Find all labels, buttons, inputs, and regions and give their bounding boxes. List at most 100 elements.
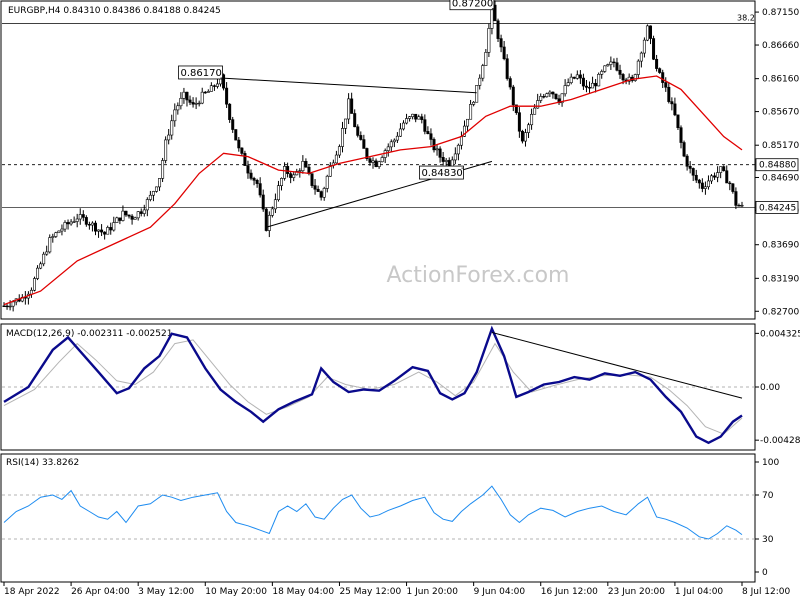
x-tick-label: 18 Apr 2022 [4, 587, 60, 597]
candle-body [164, 139, 168, 161]
candle-body [636, 60, 640, 75]
candle-body [469, 104, 473, 120]
candle [496, 18, 500, 42]
rsi-y-tick-label: 30 [762, 535, 774, 545]
candle-body [203, 91, 207, 94]
candle-body [688, 165, 692, 169]
candle-body [36, 267, 40, 279]
candle-body [185, 91, 189, 101]
candle-body [356, 126, 360, 136]
candle-body [93, 222, 97, 232]
candle-body [713, 175, 717, 178]
candle-body [459, 136, 463, 146]
candle-body [173, 109, 177, 122]
candle-body [100, 229, 104, 233]
candle-body [145, 199, 149, 211]
candle-body [161, 160, 165, 179]
price-annotation: 0.87200 [449, 0, 495, 11]
candle [228, 103, 232, 123]
candle-body [414, 113, 418, 120]
candle-body [566, 82, 570, 86]
price-panel-frame [0, 0, 756, 320]
candle-body [691, 168, 695, 176]
rsi-y-tick-label: 100 [762, 458, 779, 468]
candle [365, 147, 369, 161]
candle-body [389, 141, 393, 148]
candle-body [615, 62, 619, 71]
x-tick-label: 8 Jul 12:00 [742, 587, 791, 597]
candle-body [484, 52, 488, 66]
candle-body [530, 113, 534, 126]
candle-body [612, 61, 616, 64]
candle [645, 24, 649, 42]
candle-body [344, 118, 348, 129]
candle-body [325, 175, 329, 189]
x-tick-label: 18 May 04:00 [272, 587, 334, 597]
candle-body [249, 172, 253, 179]
macd-y-tick-label: -0.004288 [760, 436, 800, 446]
candle-body [215, 83, 219, 87]
candle-body [103, 231, 107, 235]
candle-body [377, 161, 381, 167]
candle-body [401, 122, 405, 130]
candle-body [575, 74, 579, 79]
candle-body [90, 222, 94, 226]
candle-body [78, 214, 82, 220]
candle-body [301, 161, 305, 172]
price-y-tick-label: 0.83190 [762, 274, 799, 284]
candle-body [719, 166, 723, 173]
candle-body [158, 178, 162, 188]
candle-body [194, 103, 198, 105]
candle [164, 136, 168, 164]
candle-body [511, 86, 515, 106]
candle-body [703, 186, 707, 189]
candle-body [42, 253, 46, 265]
candle-body [505, 58, 509, 79]
candle-body [722, 166, 726, 172]
candle-body [337, 146, 341, 156]
candle-body [472, 101, 476, 105]
candle-body [642, 39, 646, 54]
candle-body [728, 182, 732, 185]
candle-body [304, 161, 308, 168]
candle-body [658, 68, 662, 73]
candle-body [554, 93, 558, 100]
candle-body [2, 305, 6, 307]
x-tick-label: 16 Jun 12:00 [541, 587, 598, 597]
candle [520, 129, 524, 144]
candle-body [533, 107, 537, 115]
candle-body [136, 211, 140, 219]
watermark-text: ActionForex.com [387, 263, 570, 288]
candle-body [487, 28, 491, 53]
candle-body [84, 217, 88, 225]
candle-body [45, 251, 49, 255]
candle-body [520, 130, 524, 142]
candle-body [148, 194, 152, 200]
candle-body [319, 191, 323, 198]
price-y-tick-label: 0.86660 [762, 41, 799, 51]
candle-body [115, 217, 119, 223]
candle-body [252, 178, 256, 181]
chart-root: ActionForex.com EURGBP,H4 0.84310 0.8438… [0, 0, 800, 600]
candle [676, 114, 680, 131]
candle-body [670, 101, 674, 105]
macd-panel-frame [0, 323, 756, 451]
candle-body [359, 135, 363, 140]
candle-body [603, 65, 607, 72]
macd-y-tick-label: 0.004325 [760, 329, 800, 339]
candle-body [255, 180, 259, 184]
candle-body [167, 134, 171, 141]
candle [42, 251, 46, 267]
candle-body [270, 208, 274, 216]
candle-body [588, 87, 592, 89]
price-annotation: 0.84830 [419, 165, 464, 180]
candle-body [200, 91, 204, 104]
candle-body [386, 146, 390, 151]
candle-body [286, 166, 290, 174]
candle-body [298, 170, 302, 172]
candle-body [517, 112, 521, 132]
candle-body [536, 100, 540, 109]
candle-body [417, 116, 421, 120]
price-panel-title: EURGBP,H4 0.84310 0.84386 0.84188 0.8424… [8, 6, 221, 16]
candle-body [710, 175, 714, 182]
